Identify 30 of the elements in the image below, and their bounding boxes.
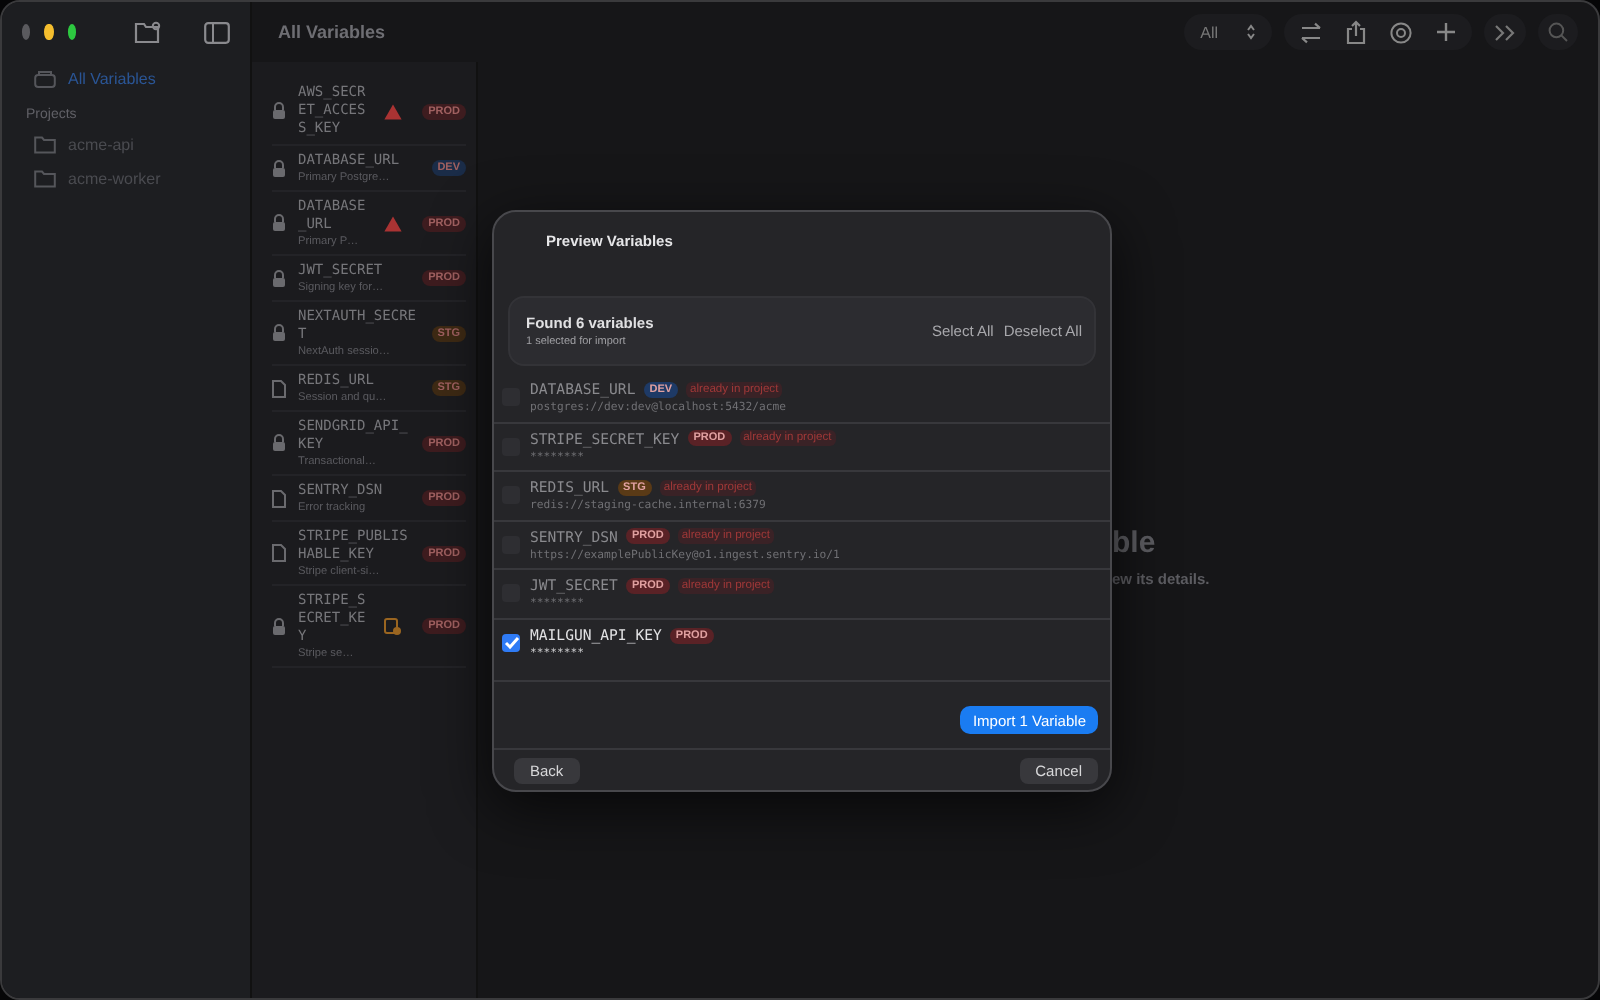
empty-state-title: ble — [1112, 526, 1158, 560]
warning-icon — [384, 103, 403, 119]
checkbox[interactable] — [502, 634, 520, 653]
swap-icon[interactable] — [1300, 21, 1322, 43]
warning-icon — [384, 215, 403, 231]
page-title: All Variables — [278, 22, 386, 42]
chevron-up-down-icon — [1246, 24, 1256, 40]
new-folder-icon[interactable] — [133, 20, 162, 44]
chevrons-right-icon[interactable] — [1494, 23, 1516, 41]
folder-icon — [34, 136, 56, 154]
document-icon — [272, 379, 286, 397]
lock-icon — [272, 214, 286, 232]
lock-icon — [272, 324, 286, 342]
zoom-button[interactable] — [67, 24, 76, 40]
minimize-button[interactable] — [44, 24, 54, 40]
share-icon[interactable] — [1346, 20, 1366, 44]
add-icon[interactable] — [1436, 22, 1456, 42]
sidebar-item[interactable]: All Variables — [22, 62, 230, 96]
lock-icon — [272, 617, 286, 635]
document-icon — [272, 544, 286, 562]
sidebar-toggle-icon[interactable] — [203, 21, 230, 43]
folder-icon — [34, 170, 56, 188]
document-icon — [272, 489, 286, 507]
lock-icon — [272, 269, 286, 287]
lock-icon — [272, 434, 286, 452]
lock-icon — [272, 102, 286, 120]
close-button[interactable] — [22, 24, 31, 40]
filter-select[interactable]: All — [1184, 14, 1272, 50]
document-warning-icon — [384, 617, 403, 635]
lock-icon — [272, 159, 286, 177]
